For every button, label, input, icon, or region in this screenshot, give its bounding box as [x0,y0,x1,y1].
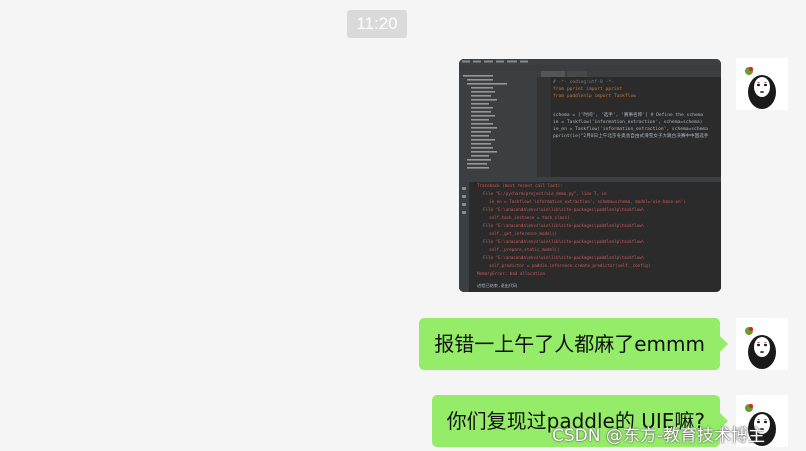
code-line: schema = ['时间', '选手', '赛事名称'] # Define t… [553,111,703,118]
no-face-avatar-icon [736,58,788,110]
error-line: File "E:/pycharm/project/uie_demo.py", l… [483,191,607,196]
code-line: ie = Taskflow('information_extraction', … [553,119,702,125]
message-text: 报错一上午了人都麻了emmm [434,332,705,356]
error-line: 进程已结束,退出代码 [477,282,517,289]
error-line: MemoryError: bad allocation [477,271,546,276]
error-line: ie_en = Taskflow('information_extraction… [489,199,686,204]
error-line: Traceback (most recent call last): [477,183,563,188]
code-line: pprint(ie("2月8日上午北京冬奥会自由式滑雪女子大跳台决赛中中国选手 [553,132,709,139]
error-line: self.task_instance = task_class( [489,215,570,220]
message-timestamp: 11:20 [347,10,407,38]
error-line: self._get_inference_model() [489,231,557,236]
error-line: File "E:\anaconda\envs\uie\lib\site-pack… [483,239,645,244]
message-bubble[interactable]: 报错一上午了人都麻了emmm [419,318,728,370]
code-line: from pprint import pprint [553,86,622,92]
code-line: from paddlenlp import Taskflow [553,93,636,99]
no-face-avatar-icon [736,318,788,370]
error-line: File "E:\anaconda\envs\uie\lib\site-pack… [483,255,645,260]
error-line: self._prepare_static_model() [489,247,560,252]
code-line: # -*- coding:utf-8 -*- [553,79,614,85]
sender-avatar[interactable] [736,58,788,110]
sender-avatar[interactable] [736,318,788,370]
error-line: self.predictor = paddle.inference.create… [489,263,650,268]
error-line: File "E:\anaconda\envs\uie\lib\site-pack… [483,223,645,228]
code-line: ie_en = Taskflow('information_extraction… [553,126,708,132]
watermark: CSDN @东方-教育技术博主 [552,426,766,446]
ide-screenshot-image: # -*- coding:utf-8 -*- from pprint impor… [459,59,721,292]
message-image-ide-screenshot[interactable]: # -*- coding:utf-8 -*- from pprint impor… [459,59,721,292]
error-line: File "E:\anaconda\envs\uie\lib\site-pack… [483,207,645,212]
